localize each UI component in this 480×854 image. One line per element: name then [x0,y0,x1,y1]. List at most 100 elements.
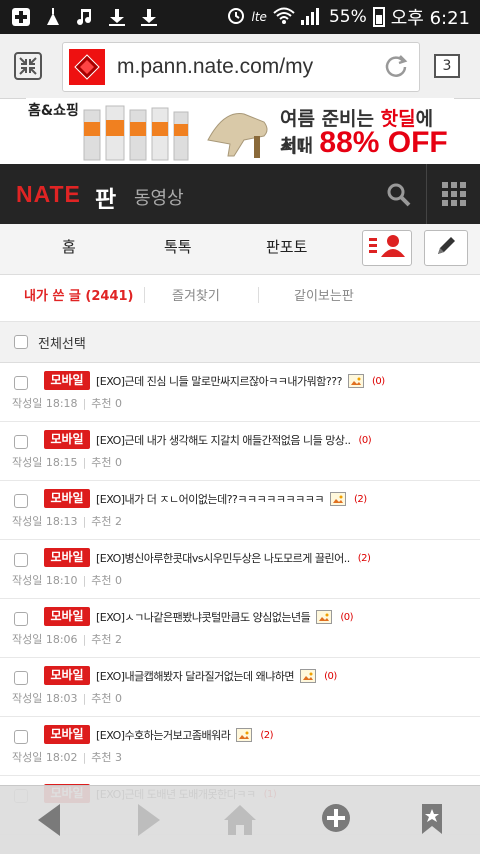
select-all-row[interactable]: 전체선택 [0,322,480,363]
apps-grid-icon[interactable] [442,182,466,206]
meta-separator: | [82,515,87,528]
write-button[interactable] [424,230,468,266]
signal-icon [300,5,323,30]
post-title[interactable]: [EXO]근데 내가 생각해도 지갈치 애들간적없음 니들 망상.. [96,432,351,448]
post-checkbox[interactable] [14,730,28,744]
post-row[interactable]: 모바일 [EXO]수호하는거보고좀배워라 (2) 작성일 18:02 | 추천 3 [0,717,480,776]
ad-banner[interactable]: 홈&쇼핑 여름 준비는 핫딜에서! 최대 88% OFF [26,98,454,164]
alarm-icon [226,5,246,30]
post-title-line[interactable]: [EXO]내글캡해봤자 달라질거없는데 왜냐하면 (0) [96,668,337,684]
ad-discount: 최대 88% OFF [280,126,448,159]
tab-divider [258,287,259,303]
comment-count: (0) [340,611,353,623]
menu-home[interactable]: 홈 [62,236,76,257]
meta-separator: | [82,574,87,587]
tab-my-posts[interactable]: 내가 쓴 글 (2441) [24,285,133,304]
post-title[interactable]: [EXO]ㅅㄱ나같은팬봤냐콧털만큼도 양심없는년들 [96,609,311,625]
battery-percent: 55% [328,7,367,27]
post-title[interactable]: [EXO]내가 더 ㅈㄴ어이없는데??ㅋㅋㅋㅋㅋㅋㅋㅋㅋ [96,491,324,507]
post-title[interactable]: [EXO]근데 진심 니들 말로만싸지르잖아ㅋㅋ내가뭐함??? [96,373,342,389]
bookmark-star-icon[interactable] [420,802,444,840]
post-checkbox[interactable] [14,494,28,508]
post-list: 모바일 [EXO]근데 진심 니들 말로만싸지르잖아ㅋㅋ내가뭐함??? (0) 작성일… [0,363,480,835]
url-text[interactable]: m.pann.nate.com/my [117,55,313,79]
post-title-line[interactable]: [EXO]근데 내가 생각해도 지갈치 애들간적없음 니들 망상.. (0) [96,432,372,448]
browser-bottom-bar [0,785,480,854]
nate-logo[interactable]: NATE [16,181,81,208]
battery-icon [372,7,385,27]
meta-separator: | [82,397,87,410]
post-row[interactable]: 모바일 [EXO]근데 내가 생각해도 지갈치 애들간적없음 니들 망상.. (0)… [0,422,480,481]
post-meta: 작성일 18:06 | 추천 2 [12,631,122,647]
meta-separator: | [82,456,87,469]
post-time: 작성일 18:15 [12,456,78,469]
site-header: NATE 판 동영상 [0,164,480,224]
tab-favorites[interactable]: 즐겨찾기 [172,285,220,304]
post-row[interactable]: 모바일 [EXO]내글캡해봤자 달라질거없는데 왜냐하면 (0) 작성일 18:03 |… [0,658,480,717]
site-favicon-icon [69,49,105,85]
meta-separator: | [82,751,87,764]
tab-watch-together[interactable]: 같이보는판 [294,285,354,304]
pann-section-title[interactable]: 판 [95,180,116,214]
comment-count: (2) [260,729,274,741]
tab-count-button[interactable]: 3 [434,54,460,78]
post-recommend: 추천 2 [91,633,123,646]
wifi-icon [273,6,295,29]
ad-shoe-image [204,100,276,164]
post-recommend: 추천 3 [91,751,123,764]
post-meta: 작성일 18:18 | 추천 0 [12,395,122,411]
meta-separator: | [82,692,87,705]
video-link[interactable]: 동영상 [134,184,184,210]
post-title[interactable]: [EXO]내글캡해봤자 달라질거없는데 왜냐하면 [96,668,295,684]
post-checkbox[interactable] [14,553,28,567]
post-meta: 작성일 18:15 | 추천 0 [12,454,122,470]
post-checkbox[interactable] [14,435,28,449]
post-title[interactable]: [EXO]병신아루한콧대vs시우민두상은 나도모르게 끌린어.. [96,550,350,566]
image-attachment-icon [316,610,333,624]
image-attachment-icon [300,669,317,683]
post-row[interactable]: 모바일 [EXO]ㅅㄱ나같은팬봤냐콧털만큼도 양심없는년들 (0) 작성일 18:06… [0,599,480,658]
meta-separator: | [82,633,87,646]
comment-count: (0) [358,434,372,446]
pencil-icon [434,234,458,262]
post-title[interactable]: [EXO]수호하는거보고좀배워라 [96,727,231,743]
post-title-line[interactable]: [EXO]병신아루한콧대vs시우민두상은 나도모르게 끌린어.. (2) [96,550,371,566]
post-recommend: 추천 0 [91,456,123,469]
post-meta: 작성일 18:10 | 추천 0 [12,572,122,588]
mobile-badge: 모바일 [44,489,90,508]
search-icon[interactable] [386,182,412,212]
reload-icon[interactable] [383,53,409,83]
forward-arrow-icon[interactable] [134,802,164,842]
my-page-button[interactable] [362,230,412,266]
mobile-badge: 모바일 [44,548,90,567]
post-row[interactable]: 모바일 [EXO]근데 진심 니들 말로만싸지르잖아ㅋㅋ내가뭐함??? (0) 작성일… [0,363,480,422]
post-checkbox[interactable] [14,612,28,626]
post-row[interactable]: 모바일 [EXO]병신아루한콧대vs시우민두상은 나도모르게 끌린어.. (2) 작성… [0,540,480,599]
address-bar[interactable]: m.pann.nate.com/my [62,42,420,92]
clock: 오후 6:21 [390,8,470,29]
menu-panpoto[interactable]: 판포토 [266,236,307,257]
post-row[interactable]: 모바일 [EXO]내가 더 ㅈㄴ어이없는데??ㅋㅋㅋㅋㅋㅋㅋㅋㅋ (2) 작성일 18… [0,481,480,540]
post-meta: 작성일 18:13 | 추천 2 [12,513,122,529]
post-recommend: 추천 0 [91,692,123,705]
home-icon[interactable] [222,802,258,842]
post-time: 작성일 18:13 [12,515,78,528]
comment-count: (2) [353,493,367,505]
select-all-checkbox[interactable] [14,335,28,349]
tab-divider [144,287,145,303]
post-recommend: 추천 0 [91,397,123,410]
exit-fullscreen-icon[interactable] [14,52,42,84]
post-title-line[interactable]: [EXO]근데 진심 니들 말로만싸지르잖아ㅋㅋ내가뭐함??? (0) [96,373,385,389]
post-checkbox[interactable] [14,671,28,685]
music-icon [74,6,96,28]
post-title-line[interactable]: [EXO]수호하는거보고좀배워라 (2) [96,727,274,743]
post-title-line[interactable]: [EXO]ㅅㄱ나같은팬봤냐콧털만큼도 양심없는년들 (0) [96,609,353,625]
user-list-icon [367,233,407,263]
back-arrow-icon[interactable] [34,802,64,842]
post-title-line[interactable]: [EXO]내가 더 ㅈㄴ어이없는데??ㅋㅋㅋㅋㅋㅋㅋㅋㅋ (2) [96,491,367,507]
plus-circle-icon[interactable] [320,802,352,838]
post-checkbox[interactable] [14,376,28,390]
menu-toktok[interactable]: 톡톡 [164,236,192,257]
download-icon [106,6,128,28]
post-time: 작성일 18:18 [12,397,78,410]
